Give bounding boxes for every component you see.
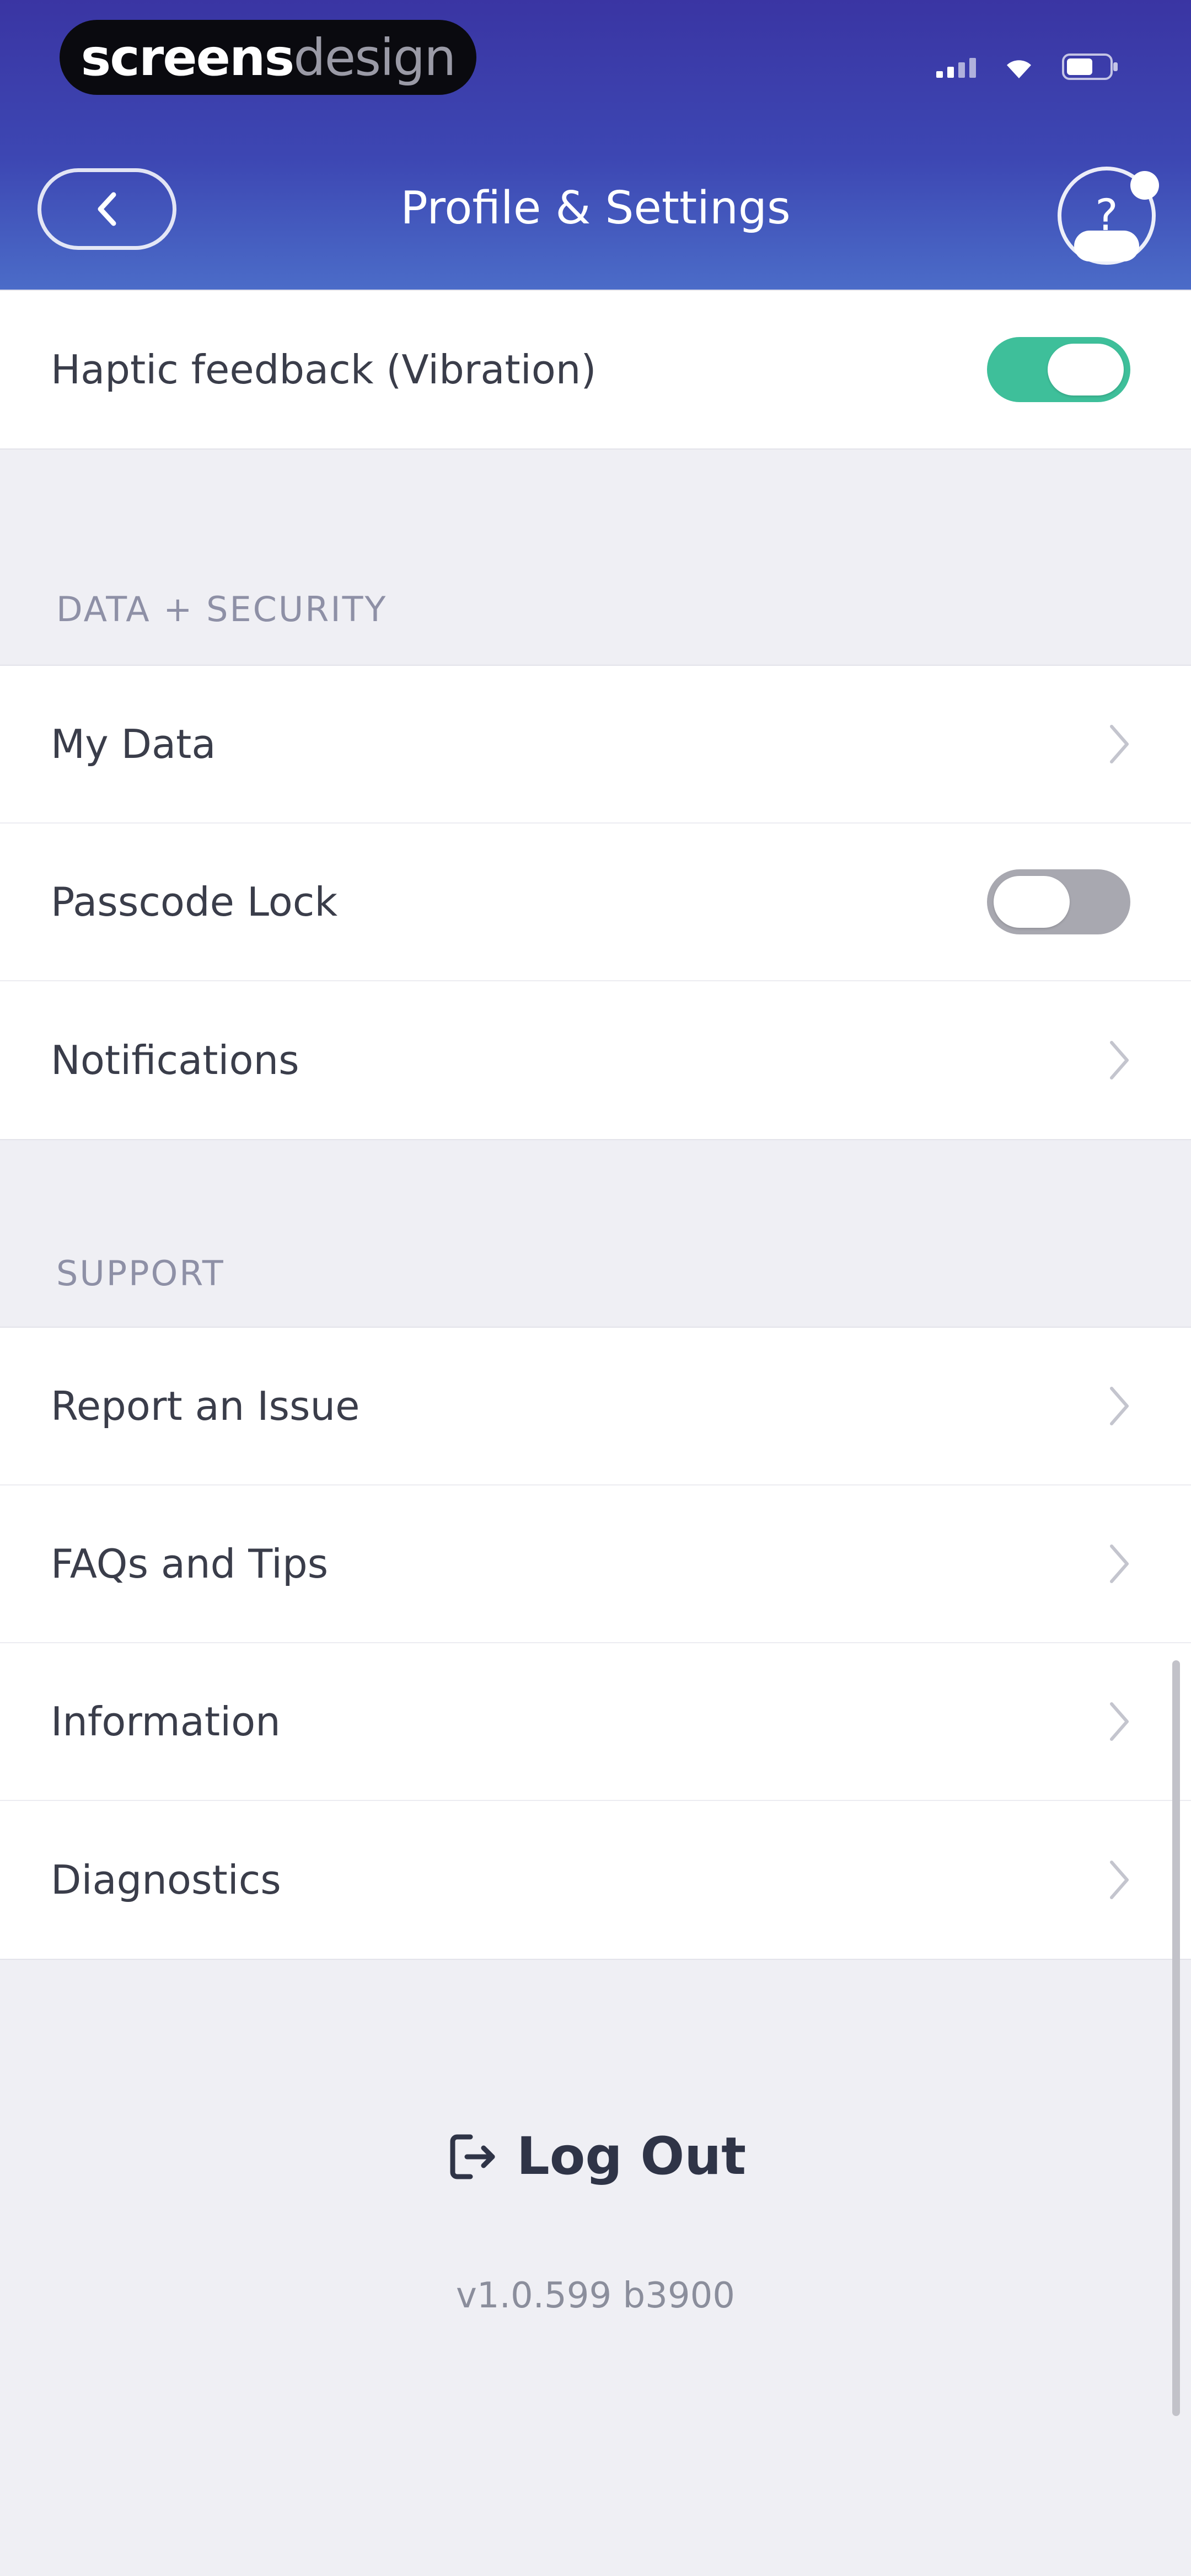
battery-icon: [1062, 52, 1119, 81]
section-header-data-security: DATA + SECURITY: [56, 589, 388, 629]
faqs-tips-label: FAQs and Tips: [51, 1541, 329, 1587]
support-group: Report an Issue FAQs and Tips Informatio…: [0, 1327, 1191, 1960]
toggle-knob: [994, 876, 1070, 928]
haptic-feedback-row[interactable]: Haptic feedback (Vibration): [0, 291, 1191, 448]
my-data-row[interactable]: My Data: [0, 666, 1191, 824]
chevron-right-icon: [1110, 1861, 1129, 1899]
report-issue-row[interactable]: Report an Issue: [0, 1328, 1191, 1485]
help-notification-dot: [1130, 171, 1159, 200]
haptic-feedback-label: Haptic feedback (Vibration): [51, 346, 597, 393]
notifications-label: Notifications: [51, 1037, 299, 1083]
chevron-right-icon: [1110, 1041, 1129, 1079]
diagnostics-row[interactable]: Diagnostics: [0, 1801, 1191, 1959]
brand-light-text: design: [293, 28, 456, 87]
passcode-lock-toggle[interactable]: [987, 869, 1130, 934]
page-title: Profile & Settings: [400, 182, 791, 234]
faqs-tips-row[interactable]: FAQs and Tips: [0, 1485, 1191, 1643]
diagnostics-label: Diagnostics: [51, 1857, 281, 1903]
haptic-feedback-toggle[interactable]: [987, 337, 1130, 402]
app-header: screens design Profile & Settings ?: [0, 0, 1191, 290]
my-data-label: My Data: [51, 721, 216, 767]
chevron-right-icon: [1110, 1702, 1129, 1741]
information-label: Information: [51, 1698, 281, 1745]
cellular-signal-icon: [936, 56, 976, 78]
chevron-right-icon: [1110, 725, 1129, 763]
help-tag: [1074, 231, 1139, 261]
passcode-lock-row[interactable]: Passcode Lock: [0, 824, 1191, 981]
general-settings-group: Haptic feedback (Vibration): [0, 290, 1191, 450]
chevron-right-icon: [1110, 1387, 1129, 1425]
scrollbar[interactable]: [1172, 1660, 1180, 2416]
brand-watermark: screens design: [60, 20, 476, 95]
logout-label: Log Out: [516, 2126, 747, 2187]
toggle-knob: [1048, 344, 1124, 396]
logout-icon: [450, 2134, 495, 2179]
passcode-lock-label: Passcode Lock: [51, 879, 338, 925]
report-issue-label: Report an Issue: [51, 1383, 360, 1429]
brand-bold-text: screens: [81, 28, 295, 87]
logout-button[interactable]: Log Out: [0, 2126, 1191, 2187]
app-version: v1.0.599 b3900: [456, 2275, 735, 2316]
information-row[interactable]: Information: [0, 1643, 1191, 1801]
section-header-support: SUPPORT: [56, 1253, 225, 1294]
wifi-icon: [1002, 54, 1036, 79]
data-security-group: My Data Passcode Lock Notifications: [0, 665, 1191, 1140]
status-icons: [936, 52, 1119, 81]
chevron-right-icon: [1110, 1544, 1129, 1583]
notifications-row[interactable]: Notifications: [0, 981, 1191, 1139]
